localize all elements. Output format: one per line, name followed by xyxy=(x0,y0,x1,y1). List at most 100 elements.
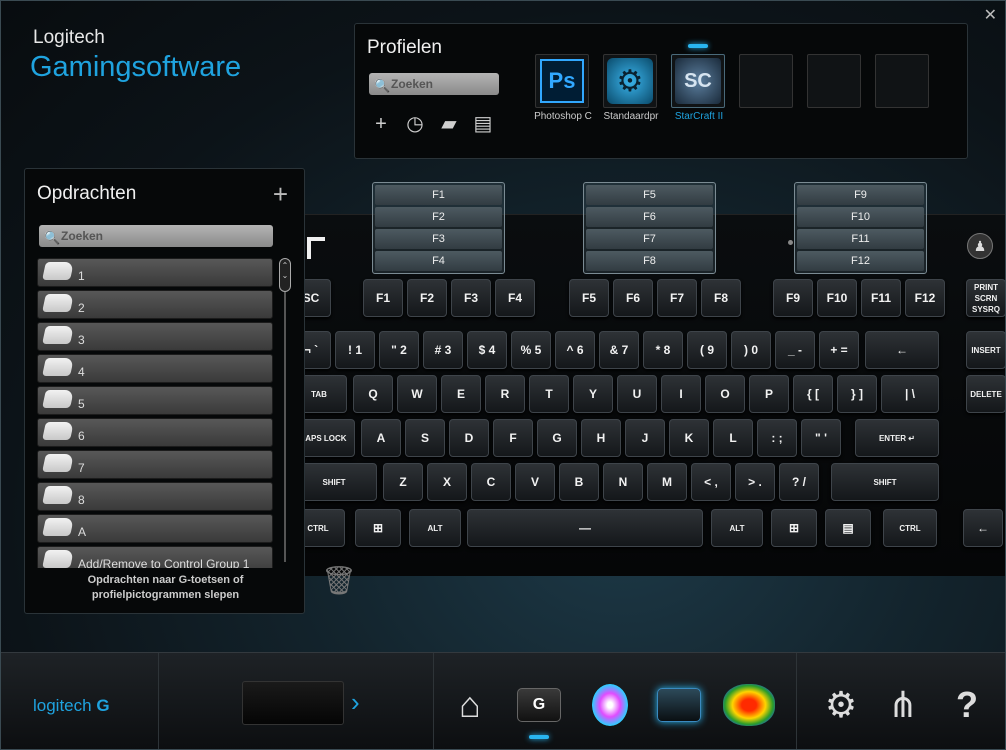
gkey-f9[interactable]: F9 xyxy=(797,185,924,205)
list-item[interactable]: 2 xyxy=(37,290,273,319)
list-item[interactable]: 5 xyxy=(37,386,273,415)
key[interactable]: ? / xyxy=(779,463,819,501)
key[interactable]: F2 xyxy=(407,279,447,317)
key[interactable]: F6 xyxy=(613,279,653,317)
key[interactable]: B xyxy=(559,463,599,501)
gkey-f4[interactable]: F4 xyxy=(375,251,502,271)
gkey-f3[interactable]: F3 xyxy=(375,229,502,249)
key[interactable]: F9 xyxy=(773,279,813,317)
key[interactable]: # 3 xyxy=(423,331,463,369)
key[interactable]: ENTER ↵ xyxy=(855,419,939,457)
key[interactable]: S xyxy=(405,419,445,457)
key[interactable]: < , xyxy=(691,463,731,501)
gkey-f6[interactable]: F6 xyxy=(586,207,713,227)
help-icon[interactable]: ? xyxy=(941,679,993,731)
key[interactable]: PRINT SCRN SYSRQ xyxy=(966,279,1005,317)
key[interactable]: F11 xyxy=(861,279,901,317)
key[interactable]: H xyxy=(581,419,621,457)
command-search-input[interactable]: 🔍 Zoeken xyxy=(39,225,273,247)
gkey-f8[interactable]: F8 xyxy=(586,251,713,271)
lighting-icon[interactable] xyxy=(584,679,636,731)
key[interactable]: ( 9 xyxy=(687,331,727,369)
key[interactable]: C xyxy=(471,463,511,501)
backlight-icon[interactable] xyxy=(653,679,705,731)
chevron-right-icon[interactable]: › xyxy=(351,687,360,718)
scroll-track[interactable] xyxy=(284,292,286,562)
key[interactable]: $ 4 xyxy=(467,331,507,369)
key[interactable]: U xyxy=(617,375,657,413)
key[interactable]: | \ xyxy=(881,375,939,413)
home-icon[interactable]: ⌂ xyxy=(444,679,496,731)
profile-tile[interactable]: ⚙ Standaardpr xyxy=(603,54,659,122)
list-item[interactable]: 7 xyxy=(37,450,273,479)
key[interactable]: " ' xyxy=(801,419,841,457)
gkey-icon[interactable]: G xyxy=(513,679,565,731)
key[interactable]: J xyxy=(625,419,665,457)
key[interactable]: I xyxy=(661,375,701,413)
key[interactable]: A xyxy=(361,419,401,457)
key[interactable]: ← xyxy=(963,509,1003,547)
trash-icon[interactable]: 🗑 xyxy=(321,564,357,597)
key[interactable]: " 2 xyxy=(379,331,419,369)
key[interactable]: ALT xyxy=(409,509,461,547)
key[interactable]: ⊞ xyxy=(355,509,401,547)
key[interactable]: F3 xyxy=(451,279,491,317)
key[interactable]: F4 xyxy=(495,279,535,317)
key[interactable]: O xyxy=(705,375,745,413)
key[interactable]: ALT xyxy=(711,509,763,547)
list-item[interactable]: 6 xyxy=(37,418,273,447)
profile-search-input[interactable]: 🔍 Zoeken xyxy=(369,73,499,95)
key[interactable]: W xyxy=(397,375,437,413)
key[interactable]: M xyxy=(647,463,687,501)
profile-tile-active[interactable]: SC StarCraft II xyxy=(671,44,725,122)
key[interactable]: * 8 xyxy=(643,331,683,369)
folder-icon[interactable]: ▰ xyxy=(437,112,461,136)
key[interactable]: F xyxy=(493,419,533,457)
key[interactable]: SHIFT xyxy=(831,463,939,501)
profile-tile-empty[interactable] xyxy=(807,54,861,122)
key[interactable]: % 5 xyxy=(511,331,551,369)
list-item[interactable]: 8 xyxy=(37,482,273,511)
gkey-f7[interactable]: F7 xyxy=(586,229,713,249)
key[interactable]: ⊞ xyxy=(771,509,817,547)
key[interactable]: ! 1 xyxy=(335,331,375,369)
key[interactable]: INSERT xyxy=(966,331,1005,369)
gkey-f1[interactable]: F1 xyxy=(375,185,502,205)
list-item[interactable]: 4 xyxy=(37,354,273,383)
key[interactable]: CTRL xyxy=(883,509,937,547)
key[interactable]: V xyxy=(515,463,555,501)
key[interactable]: F1 xyxy=(363,279,403,317)
key[interactable]: F8 xyxy=(701,279,741,317)
key[interactable]: F5 xyxy=(569,279,609,317)
plus-icon[interactable]: + xyxy=(369,112,393,136)
game-mode-icon[interactable]: ♟ xyxy=(967,233,993,259)
key[interactable]: R xyxy=(485,375,525,413)
key[interactable]: Y xyxy=(573,375,613,413)
add-command-button[interactable]: + xyxy=(273,179,288,210)
key[interactable]: E xyxy=(441,375,481,413)
key[interactable]: ▤ xyxy=(825,509,871,547)
key[interactable]: ) 0 xyxy=(731,331,771,369)
share-icon[interactable]: ⋔ xyxy=(877,679,929,731)
key[interactable]: G xyxy=(537,419,577,457)
key[interactable]: L xyxy=(713,419,753,457)
key[interactable]: Q xyxy=(353,375,393,413)
key[interactable]: T xyxy=(529,375,569,413)
key[interactable]: P xyxy=(749,375,789,413)
settings-icon[interactable]: ⚙ xyxy=(815,679,867,731)
scroll-thumb[interactable]: ⌃ ⌄ xyxy=(279,258,291,292)
key[interactable]: ^ 6 xyxy=(555,331,595,369)
close-icon[interactable]: ✕ xyxy=(984,5,997,25)
profile-tile-empty[interactable] xyxy=(739,54,793,122)
heatmap-icon[interactable] xyxy=(723,679,775,731)
key[interactable]: K xyxy=(669,419,709,457)
key[interactable]: > . xyxy=(735,463,775,501)
command-scrollbar[interactable]: ⌃ ⌄ xyxy=(279,258,291,568)
gkey-f5[interactable]: F5 xyxy=(586,185,713,205)
key[interactable]: Z xyxy=(383,463,423,501)
gkey-f12[interactable]: F12 xyxy=(797,251,924,271)
gkey-f10[interactable]: F10 xyxy=(797,207,924,227)
profile-tile-empty[interactable] xyxy=(875,54,929,122)
list-item[interactable]: Add/Remove to Control Group 1 xyxy=(37,546,273,568)
key[interactable]: _ - xyxy=(775,331,815,369)
